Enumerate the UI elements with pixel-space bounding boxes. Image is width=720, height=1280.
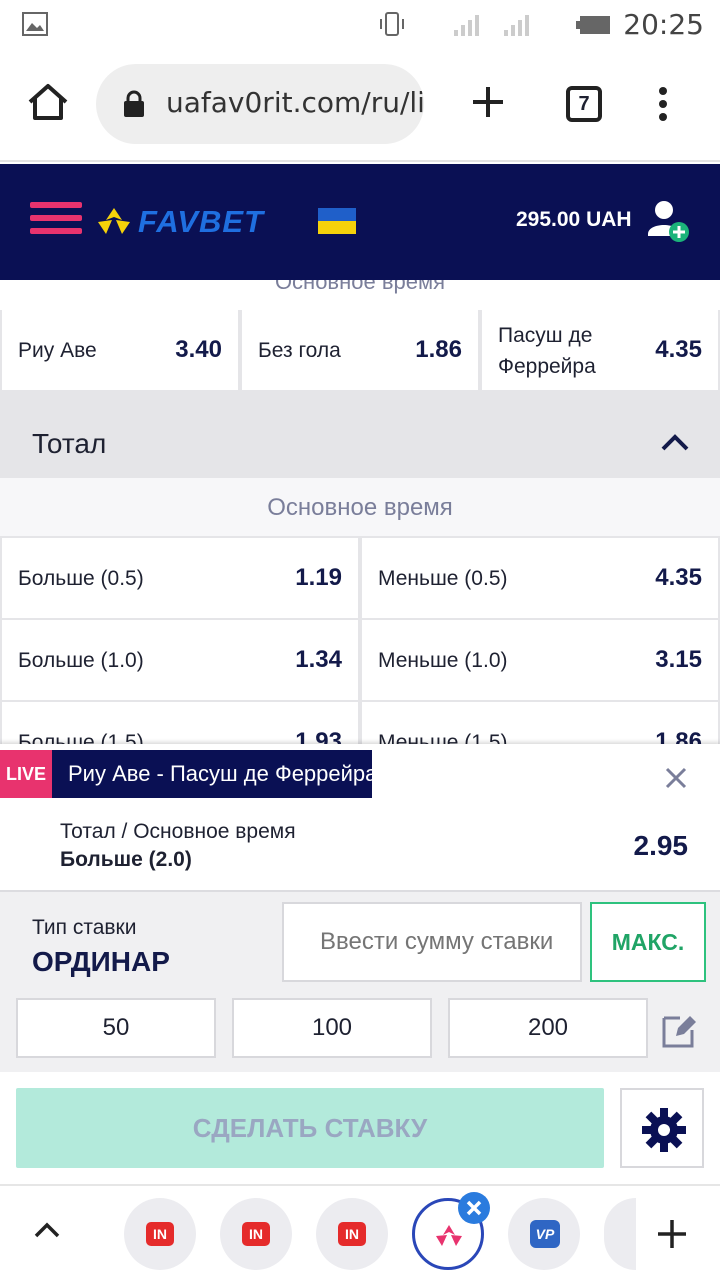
outcome-odd: 1.86 [415, 336, 462, 363]
status-bar: 20:25 [0, 0, 720, 50]
address-bar[interactable]: uafav0rit.com/ru/liv [96, 64, 424, 144]
market-header-total[interactable]: Тотал [0, 406, 720, 478]
live-badge: LIVE [0, 750, 52, 798]
lock-icon [124, 90, 144, 117]
more-vert-icon[interactable] [656, 86, 670, 122]
betslip: LIVE Риу Аве - Пасуш де Феррейра Тотал /… [0, 744, 720, 1184]
outcome-odd: 1.34 [295, 646, 342, 673]
signal-icon [504, 15, 529, 36]
outcome-odd: 4.35 [655, 336, 702, 363]
new-tab-plus-icon[interactable] [470, 84, 506, 120]
outcome-odd: 1.86 [655, 728, 702, 744]
outcome-label: Феррейра [498, 355, 596, 378]
home-icon[interactable] [26, 82, 70, 122]
stake-input[interactable] [282, 902, 582, 982]
gear-icon [642, 1108, 686, 1152]
outcome-cell[interactable]: Без гола 1.86 [242, 310, 478, 390]
tab-favicon: VP [530, 1220, 560, 1248]
outcome-label: Меньше (1.5) [378, 731, 508, 744]
outcome-cell[interactable]: Меньше (1.0) 3.15 [362, 620, 718, 700]
plus-icon[interactable] [656, 1218, 688, 1250]
bet-market: Тотал / Основное время [60, 820, 296, 843]
vibrate-icon [380, 12, 404, 36]
bet-odd: 2.95 [633, 830, 689, 861]
outcome-cell[interactable]: Больше (0.5) 1.19 [2, 538, 358, 618]
stake-controls: Тип ставки ОРДИНАР МАКС. 50 100 200 [0, 890, 720, 1072]
favbet-favicon-icon [436, 1225, 462, 1246]
outcome-cell[interactable]: Меньше (1.5) 1.86 [362, 702, 718, 744]
site-header: FAVBET 295.00 UAH [0, 164, 720, 280]
tab-thumbnail[interactable] [604, 1198, 636, 1270]
outcome-label: Без гола [258, 339, 341, 362]
chevron-up-icon[interactable] [32, 1220, 62, 1240]
outcome-label: Пасуш де [498, 324, 593, 347]
outcome-label: Меньше (1.0) [378, 649, 508, 672]
image-icon [22, 12, 48, 36]
outcome-odd: 4.35 [655, 564, 702, 591]
outcome-cell[interactable]: Больше (1.0) 1.34 [2, 620, 358, 700]
outcome-cell[interactable]: Больше (1.5) 1.93 [2, 702, 358, 744]
markets-content: Основное время Риу Аве 3.40 Без гола 1.8… [0, 280, 720, 744]
url-text: uafav0rit.com/ru/liv [166, 86, 424, 119]
outcome-cell[interactable]: Пасуш де Феррейра 4.35 [482, 310, 718, 390]
quick-stake-button[interactable]: 50 [16, 998, 216, 1058]
market-title: Тотал [32, 428, 107, 459]
outcome-odd: 3.40 [175, 336, 222, 363]
outcome-odd: 1.19 [295, 564, 342, 591]
tab-thumbnail[interactable]: VP [508, 1198, 580, 1270]
bottom-tab-bar: IN IN IN VP [0, 1184, 720, 1280]
account-balance[interactable]: 295.00 UAH [516, 208, 632, 232]
brand-name: FAVBET [138, 204, 264, 239]
bet-selection: Больше (2.0) [60, 848, 192, 871]
tab-thumbnail[interactable]: IN [124, 1198, 196, 1270]
chevron-up-icon[interactable] [660, 432, 690, 452]
quick-stake-button[interactable]: 100 [232, 998, 432, 1058]
outcome-label: Больше (1.5) [18, 731, 144, 744]
outcome-odd: 1.93 [295, 728, 342, 744]
betslip-settings-button[interactable] [620, 1088, 704, 1168]
market-subheader: Основное время [0, 478, 720, 536]
place-bet-button[interactable]: СДЕЛАТЬ СТАВКУ [16, 1088, 604, 1168]
user-add-icon[interactable] [646, 198, 690, 244]
edit-icon[interactable] [658, 1010, 698, 1050]
battery-icon [576, 16, 610, 34]
tab-thumbnail[interactable]: IN [220, 1198, 292, 1270]
outcome-label: Меньше (0.5) [378, 567, 508, 590]
close-icon[interactable] [664, 766, 688, 790]
outcome-cell[interactable]: Риу Аве 3.40 [2, 310, 238, 390]
logo-mark-icon [98, 208, 130, 234]
tab-switcher-icon[interactable]: 7 [566, 86, 602, 122]
close-tab-badge[interactable] [458, 1192, 490, 1224]
outcome-cell[interactable]: Меньше (0.5) 4.35 [362, 538, 718, 618]
outcome-odd: 3.15 [655, 646, 702, 673]
match-name: Риу Аве - Пасуш де Феррейра [52, 750, 377, 798]
tab-favicon: IN [146, 1222, 174, 1246]
market-subheader: Основное время [0, 280, 720, 310]
outcome-row: Риу Аве 3.40 Без гола 1.86 Пасуш де Ферр… [0, 310, 720, 390]
bet-type-value[interactable]: ОРДИНАР [32, 946, 170, 978]
tab-favicon: IN [242, 1222, 270, 1246]
signal-icon [454, 15, 479, 36]
browser-toolbar: uafav0rit.com/ru/liv 7 [0, 50, 720, 162]
max-stake-button[interactable]: МАКС. [590, 902, 706, 982]
ukraine-flag-icon [318, 208, 356, 234]
tab-thumbnail[interactable]: IN [316, 1198, 388, 1270]
outcome-label: Больше (0.5) [18, 567, 144, 590]
outcome-label: Риу Аве [18, 339, 97, 362]
clock: 20:25 [623, 8, 704, 41]
menu-icon[interactable] [30, 202, 82, 242]
betslip-actions: СДЕЛАТЬ СТАВКУ [0, 1072, 720, 1184]
quick-stake-button[interactable]: 200 [448, 998, 648, 1058]
tab-favicon: IN [338, 1222, 366, 1246]
bet-type-label: Тип ставки [32, 916, 137, 939]
close-icon [466, 1200, 482, 1216]
outcome-label: Больше (1.0) [18, 649, 144, 672]
